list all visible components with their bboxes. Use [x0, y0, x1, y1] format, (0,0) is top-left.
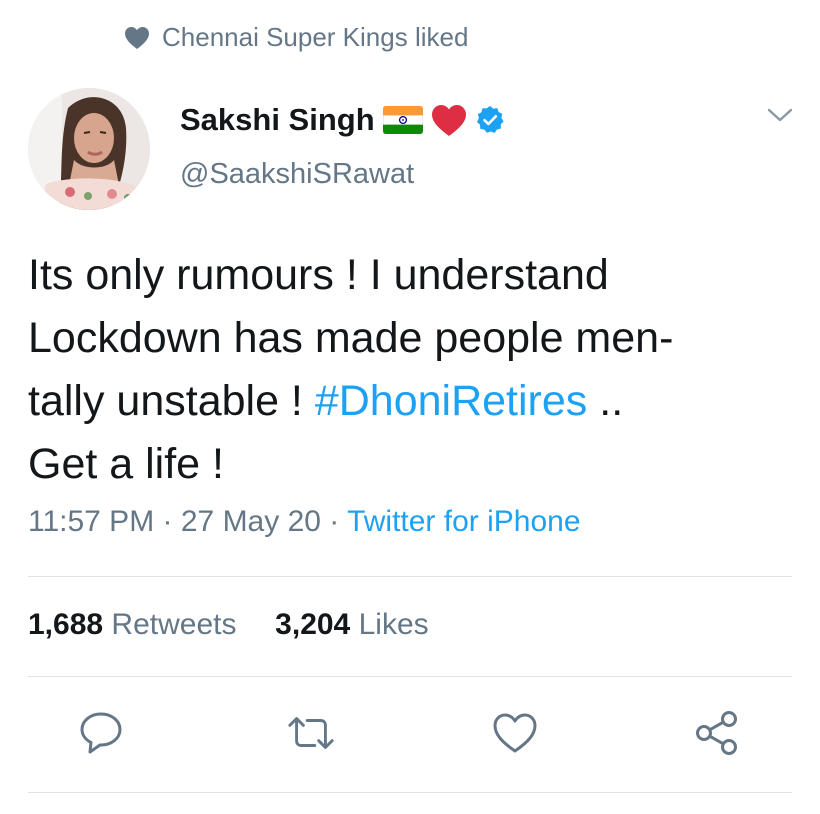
share-icon[interactable] [692, 708, 742, 758]
tweet-meta: 11:57 PM · 27 May 20 · Twitter for iPhon… [28, 505, 581, 539]
chevron-down-icon[interactable] [766, 106, 794, 129]
divider [28, 576, 792, 577]
tweet-time: 11:57 PM [28, 505, 155, 538]
author-handle[interactable]: @SaakshiSRawat [180, 158, 414, 191]
tweet-line: Get a life ! [28, 440, 224, 488]
tweet-line: Its only rumours ! I understand [28, 251, 609, 299]
tweet-source-link[interactable]: Twitter for iPhone [347, 505, 580, 538]
divider [28, 676, 792, 677]
tweet-stats: 1,688 Retweets 3,204 Likes [28, 608, 429, 642]
social-context[interactable]: Chennai Super Kings liked [124, 22, 468, 53]
reply-icon[interactable] [76, 708, 126, 758]
author-name-row[interactable]: Sakshi Singh [180, 98, 505, 142]
tweet-line: Lockdown has made people men- [28, 314, 674, 362]
heart-filled-icon [124, 26, 150, 50]
india-flag-emoji [382, 106, 423, 134]
tweet-text: Its only rumours ! I understand Lockdown… [28, 244, 808, 496]
social-context-label: Chennai Super Kings liked [162, 22, 469, 52]
like-icon[interactable] [490, 708, 540, 758]
meta-separator: · [154, 505, 181, 538]
red-heart-emoji [431, 104, 467, 137]
meta-separator: · [320, 505, 348, 538]
avatar[interactable] [28, 88, 150, 210]
retweet-icon[interactable] [286, 708, 336, 758]
tweet-date: 27 May 20 [180, 505, 321, 538]
verified-badge-icon [475, 105, 505, 135]
retweets-stat[interactable]: 1,688 Retweets [28, 608, 236, 641]
display-name[interactable]: Sakshi Singh [180, 102, 375, 138]
divider [28, 792, 792, 793]
hashtag-link[interactable]: #DhoniRetires [315, 377, 587, 425]
likes-stat[interactable]: 3,204 Likes [275, 608, 428, 641]
tweet-line: tally unstable ! #DhoniRetires .. [28, 377, 624, 425]
